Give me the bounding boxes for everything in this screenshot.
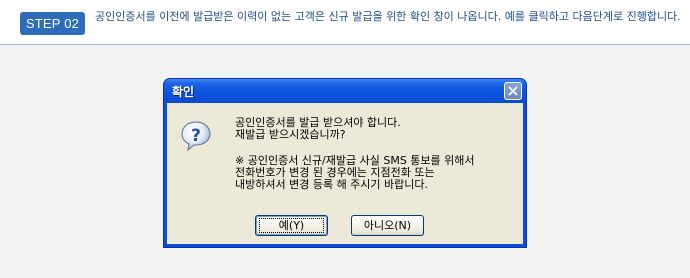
message-line: 재발급 받으시겠습니까? [235,128,346,141]
close-icon [508,86,518,96]
no-button[interactable]: 아니오(N) [351,215,424,236]
question-icon: ? [181,121,211,152]
dialog-message: 공인인증서를 발급 받으셔야 합니다. 재발급 받으시겠습니까? ※ 공인인증서… [235,117,515,191]
step-description: 공인인증서를 이전에 발급받은 이력이 없는 고객은 신규 발급을 위한 확인 … [95,10,681,23]
yes-button-label: 예(Y) [278,219,305,232]
dialog-body: ? 공인인증서를 발급 받으셔야 합니다. 재발급 받으시겠습니까? ※ 공인인… [167,103,523,244]
notice-line: 내방하셔서 변경 등록 해 주시기 바랍니다. [235,178,429,191]
no-button-label: 아니오(N) [363,219,412,232]
step-banner: STEP 02 공인인증서를 이전에 발급받은 이력이 없는 고객은 신규 발급… [0,0,690,45]
svg-text:?: ? [191,126,201,146]
dialog-title: 확인 [172,85,195,99]
close-button[interactable] [504,82,522,100]
step-badge: STEP 02 [20,12,85,35]
confirm-dialog: 확인 ? 공인인증서를 발급 받으셔야 합니다. 재발급 받으시겠습니까? ※ … [163,78,527,248]
yes-button[interactable]: 예(Y) [255,215,328,236]
dialog-titlebar[interactable]: 확인 [164,79,526,103]
